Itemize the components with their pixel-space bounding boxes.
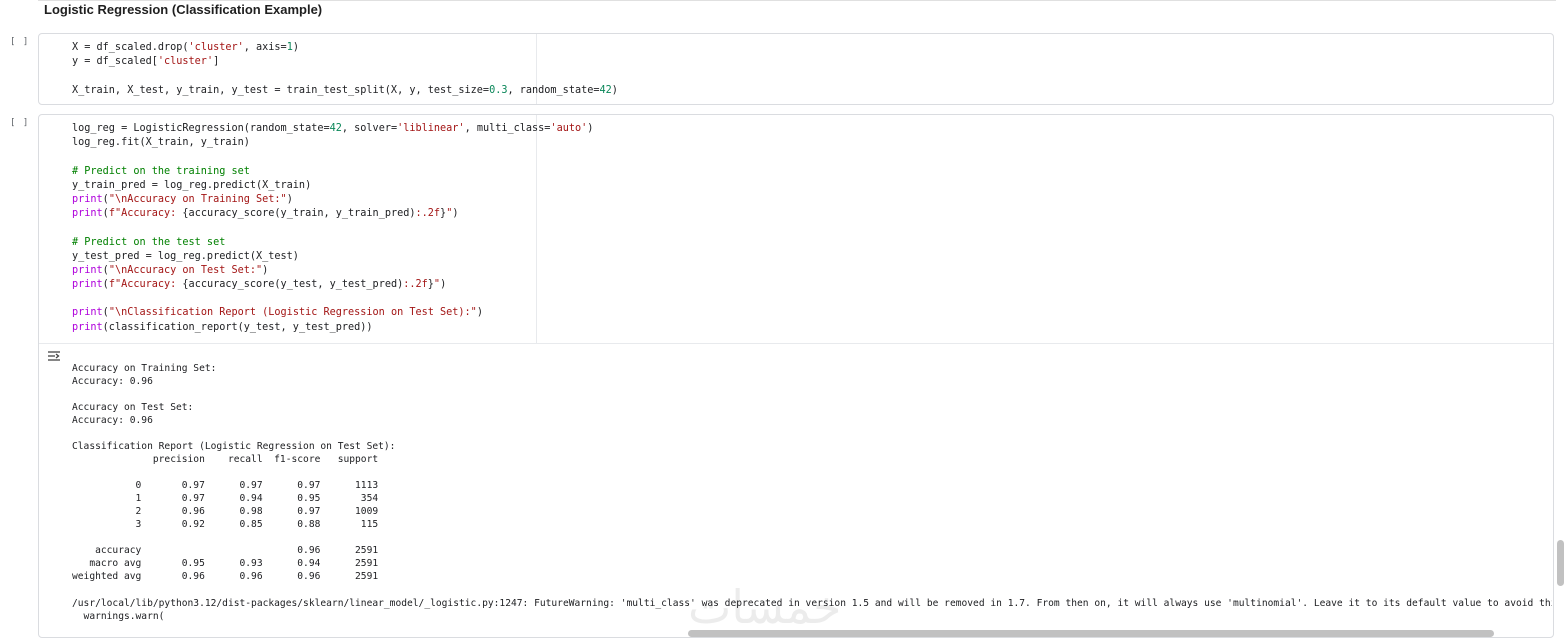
- code-token: (classification_report(y_test, y_test_pr…: [102, 321, 373, 333]
- code-token: ): [611, 84, 618, 96]
- vertical-scrollbar[interactable]: [1557, 540, 1564, 586]
- code-line[interactable]: print("\nAccuracy on Training Set:"): [72, 193, 593, 207]
- code-token: , solver=: [341, 123, 398, 134]
- code-token: :.2f: [403, 279, 428, 291]
- code-line[interactable]: # Predict on the training set: [72, 165, 593, 179]
- code-line[interactable]: y_train_pred = log_reg.predict(X_train): [72, 179, 593, 193]
- code-token: :.2f: [415, 208, 441, 220]
- code-token: log_reg.fit(X_train, y_train): [72, 137, 250, 149]
- code-line[interactable]: print(f"Accuracy: {accuracy_score(y_trai…: [72, 207, 593, 221]
- code-token: 0.3: [489, 84, 508, 96]
- future-warning-text: /usr/local/lib/python3.12/dist-packages/…: [72, 598, 1552, 609]
- code-token: 'liblinear': [397, 123, 465, 134]
- code-token: print: [72, 208, 103, 220]
- code-token: {accuracy_score(y_test, y_test_pred): [182, 279, 404, 291]
- cell-output-text: Accuracy on Training Set: Accuracy: 0.96…: [72, 363, 396, 582]
- code-token: print: [72, 193, 103, 205]
- code-token: {accuracy_score(y_train, y_train_pred): [182, 208, 416, 220]
- code-token: ): [440, 279, 447, 291]
- code-token: X_train, X_test, y_train, y_test = train…: [72, 84, 490, 96]
- section-heading: Logistic Regression (Classification Exam…: [44, 2, 323, 17]
- run-cell-2-button[interactable]: [ ]: [10, 118, 29, 128]
- code-token: "\nClassification Report (Logistic Regre…: [108, 307, 477, 319]
- code-token: 42: [329, 123, 342, 134]
- code-line[interactable]: [72, 150, 593, 164]
- code-line[interactable]: print("\nClassification Report (Logistic…: [72, 306, 593, 320]
- output-divider: [39, 343, 1553, 344]
- code-token: print: [72, 264, 103, 276]
- code-line[interactable]: log_reg.fit(X_train, y_train): [72, 136, 593, 150]
- code-token: "\nAccuracy on Test Set:": [108, 264, 263, 276]
- notebook-page: Logistic Regression (Classification Exam…: [0, 0, 1566, 639]
- code-token: ): [292, 42, 299, 53]
- code-token: y_train_pred = log_reg.predict(X_train): [72, 179, 312, 191]
- code-line[interactable]: print("\nAccuracy on Test Set:"): [72, 264, 593, 278]
- code-token: f"Accuracy:: [108, 279, 183, 291]
- code-token: f"Accuracy:: [108, 208, 183, 220]
- code-token: , axis=: [243, 42, 287, 53]
- output-toggle-icon[interactable]: [47, 349, 61, 363]
- code-token: y_test_pred = log_reg.predict(X_test): [72, 250, 299, 262]
- code-editor-1[interactable]: X = df_scaled.drop('cluster', axis=1) y =…: [72, 41, 618, 98]
- code-token: print: [72, 279, 103, 291]
- code-token: "\nAccuracy on Training Set:": [108, 193, 287, 205]
- code-token: print: [72, 307, 103, 319]
- code-token: ): [587, 123, 594, 134]
- code-token: X = df_scaled.drop(: [72, 42, 189, 53]
- code-token: 42: [599, 84, 612, 96]
- code-token: y = df_scaled[: [72, 56, 158, 68]
- code-token: 'cluster': [188, 42, 244, 53]
- code-cell-2[interactable]: log_reg = LogisticRegression(random_stat…: [38, 114, 1554, 638]
- code-token: ]: [213, 56, 220, 68]
- code-line[interactable]: X_train, X_test, y_train, y_test = train…: [72, 84, 618, 98]
- code-token: ): [452, 208, 459, 220]
- code-token: # Predict on the training set: [72, 165, 250, 177]
- code-line[interactable]: [72, 69, 618, 83]
- code-token: 'cluster': [157, 56, 214, 68]
- code-token: 'auto': [550, 123, 588, 134]
- code-token: , multi_class=: [464, 123, 551, 134]
- code-line[interactable]: [72, 221, 593, 235]
- future-warning-call: warnings.warn(: [72, 611, 165, 622]
- code-editor-2[interactable]: log_reg = LogisticRegression(random_stat…: [72, 122, 593, 335]
- code-line[interactable]: [72, 292, 593, 306]
- code-line[interactable]: X = df_scaled.drop('cluster', axis=1): [72, 41, 618, 55]
- horizontal-scrollbar[interactable]: [688, 630, 1494, 637]
- code-line[interactable]: y = df_scaled['cluster']: [72, 55, 618, 69]
- code-token: ): [286, 193, 293, 205]
- run-cell-1-button[interactable]: [ ]: [10, 37, 29, 47]
- code-token: print: [72, 321, 103, 333]
- code-token: ): [476, 307, 483, 319]
- code-token: ): [262, 264, 269, 276]
- code-token: log_reg = LogisticRegression(random_stat…: [72, 123, 330, 134]
- code-line[interactable]: print(f"Accuracy: {accuracy_score(y_test…: [72, 278, 593, 292]
- code-line[interactable]: # Predict on the test set: [72, 236, 593, 250]
- code-cell-1[interactable]: X = df_scaled.drop('cluster', axis=1) y =…: [38, 33, 1554, 105]
- code-token: # Predict on the test set: [72, 236, 226, 248]
- code-token: , random_state=: [507, 84, 600, 96]
- code-line[interactable]: print(classification_report(y_test, y_te…: [72, 321, 593, 335]
- code-line[interactable]: y_test_pred = log_reg.predict(X_test): [72, 250, 593, 264]
- code-line[interactable]: log_reg = LogisticRegression(random_stat…: [72, 122, 593, 136]
